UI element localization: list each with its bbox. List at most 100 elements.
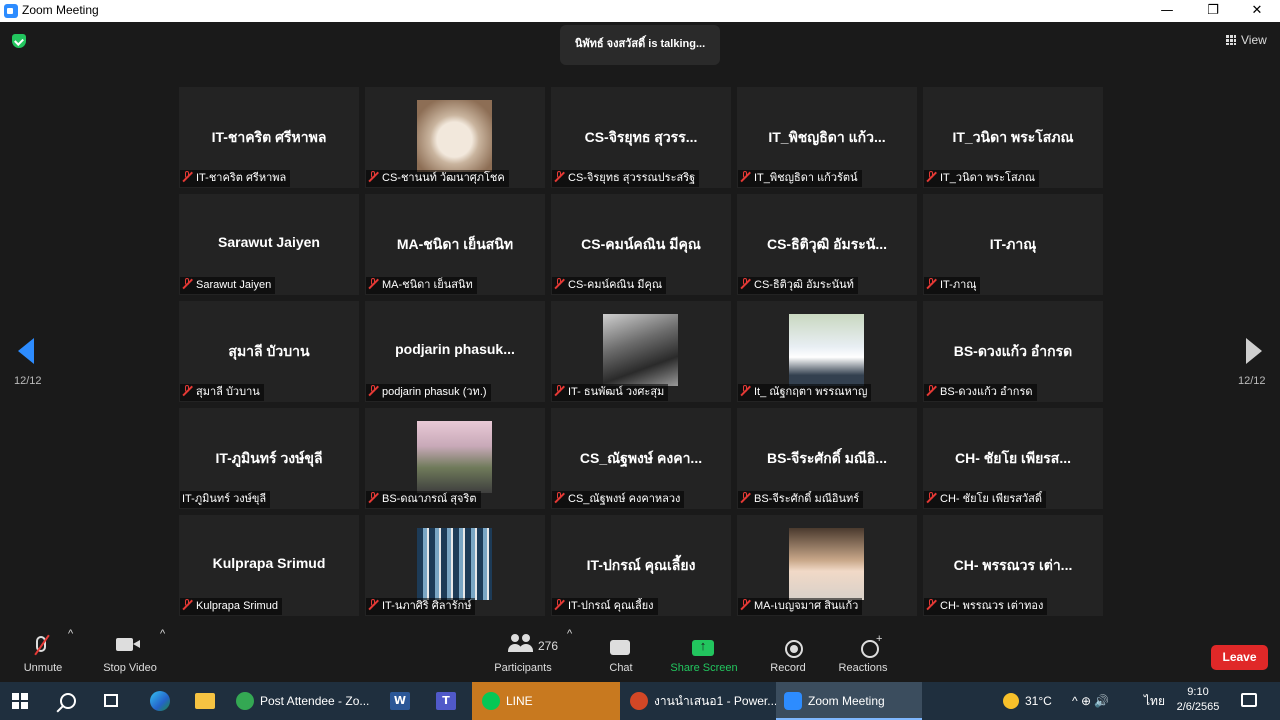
page-indicator-right: 12/12 <box>1238 375 1266 387</box>
teams-icon[interactable]: T <box>436 692 456 710</box>
reactions-label: Reactions <box>838 662 888 674</box>
participant-name-label: CS-ชานนท์ วัฒนาศุภโชค <box>366 170 509 187</box>
restore-button[interactable]: ❐ <box>1190 0 1236 22</box>
video-options-caret-icon[interactable]: ^ <box>160 628 165 640</box>
participants-button[interactable]: 276 Participants <box>492 628 558 674</box>
participant-name-text: IT-ชาคริต ศรีหาพล <box>196 172 287 184</box>
participant-name-text: IT-ภูมินทร์ วงษ์ขุลี <box>182 493 267 505</box>
powerpoint-icon <box>630 692 648 710</box>
taskbar-app-powerpoint[interactable]: งานนำเสนอ1 - Power... <box>630 682 777 720</box>
task-view-icon[interactable] <box>104 694 118 707</box>
participant-name-text: IT_พิชญธิดา แก้วรัตน์ <box>754 172 858 184</box>
weather-widget[interactable]: 31°C <box>1003 682 1052 720</box>
search-icon[interactable] <box>60 693 76 709</box>
participant-tile[interactable]: IT-นภาศิริ ศิลารักษ์ <box>365 515 545 616</box>
participants-count: 276 <box>538 639 559 653</box>
participant-tile[interactable]: CH- พรรณวร เต่า... CH- พรรณวร เต่าทอง <box>923 515 1103 616</box>
unmute-button[interactable]: Unmute <box>22 628 64 674</box>
participant-tile[interactable]: CS-ชานนท์ วัฒนาศุภโชค <box>365 87 545 188</box>
system-tray-icons[interactable]: ^ ⊕ 🔊 <box>1072 682 1109 720</box>
participant-name-label: It_ ณัฐกฤตา พรรณหาญ <box>738 384 872 401</box>
participant-name-text: สุมาลี บัวบาน <box>196 386 260 398</box>
mic-muted-icon <box>926 171 936 183</box>
clock-date: 2/6/2565 <box>1176 701 1220 713</box>
participant-display-name: Sarawut Jaiyen <box>218 234 320 250</box>
participant-tile[interactable]: CS-ธิติวุฒิ อัมระนั... CS-ธิติวุฒิ อัมระน… <box>737 194 917 295</box>
participants-label: Participants <box>494 662 552 674</box>
view-label: View <box>1241 33 1267 47</box>
audio-options-caret-icon[interactable]: ^ <box>68 628 73 640</box>
windows-start-icon[interactable] <box>12 693 28 709</box>
participant-video <box>417 528 492 600</box>
edge-browser-icon[interactable] <box>150 691 170 711</box>
participant-name-text: Kulprapa Srimud <box>196 600 278 612</box>
notification-center-icon[interactable] <box>1241 693 1257 707</box>
participant-tile[interactable]: MA-เบญจมาศ สินแก้ว <box>737 515 917 616</box>
record-icon <box>785 640 803 658</box>
mic-muted-icon <box>368 278 378 290</box>
participant-tile[interactable]: IT- ธนพัฒน์ วงศะสุม <box>551 301 731 402</box>
line-icon <box>482 692 500 710</box>
reactions-button[interactable]: Reactions <box>837 628 889 674</box>
participant-tile[interactable]: Kulprapa Srimud Kulprapa Srimud <box>179 515 359 616</box>
participant-name-label: podjarin phasuk (วท.) <box>366 384 491 401</box>
participant-tile[interactable]: IT-ภูมินทร์ วงษ์ขุลี IT-ภูมินทร์ วงษ์ขุลี <box>179 408 359 509</box>
participant-tile[interactable]: สุมาลี บัวบาน สุมาลี บัวบาน <box>179 301 359 402</box>
participant-tile[interactable]: It_ ณัฐกฤตา พรรณหาญ <box>737 301 917 402</box>
participant-tile[interactable]: IT-ชาคริต ศรีหาพล IT-ชาคริต ศรีหาพล <box>179 87 359 188</box>
participant-tile[interactable]: podjarin phasuk... podjarin phasuk (วท.) <box>365 301 545 402</box>
leave-button[interactable]: Leave <box>1211 645 1268 670</box>
participant-display-name: podjarin phasuk... <box>395 341 515 357</box>
taskbar-app-chrome[interactable]: Post Attendee - Zo... <box>236 682 376 720</box>
participants-icon <box>508 634 530 652</box>
participants-options-caret-icon[interactable]: ^ <box>567 628 572 640</box>
taskbar-app-line[interactable]: LINE <box>472 682 620 720</box>
mic-muted-icon <box>368 385 378 397</box>
participant-tile[interactable]: BS-จีระศักดิ์ มณีอิ... BS-จีระศักดิ์ มณีอ… <box>737 408 917 509</box>
mic-muted-icon <box>182 599 192 611</box>
chat-label: Chat <box>609 662 633 674</box>
file-explorer-icon[interactable] <box>195 693 215 709</box>
taskbar-app-zoom[interactable]: Zoom Meeting <box>776 682 922 720</box>
mic-muted-icon <box>740 171 750 183</box>
participant-display-name: CS_ณัฐพงษ์ คงคา... <box>579 450 703 466</box>
word-icon[interactable]: W <box>390 692 410 710</box>
taskbar-clock[interactable]: 9:10 2/6/2565 <box>1170 685 1226 715</box>
share-screen-button[interactable]: Share Screen <box>670 628 738 674</box>
stop-video-button[interactable]: Stop Video <box>100 628 160 674</box>
participant-name-label: IT- ธนพัฒน์ วงศะสุม <box>552 384 669 401</box>
close-button[interactable]: ✕ <box>1234 0 1280 22</box>
grid-view-icon <box>1226 35 1236 45</box>
minimize-button[interactable]: — <box>1144 0 1190 22</box>
view-button[interactable]: View <box>1226 33 1267 47</box>
participant-name-text: CS-จิรยุทธ สุวรรณประสริฐ <box>568 172 696 184</box>
participant-tile[interactable]: IT-ปกรณ์ คุณเลี้ยง IT-ปกรณ์ คุณเลี้ยง <box>551 515 731 616</box>
clock-time: 9:10 <box>1187 686 1209 698</box>
chat-bubble-icon <box>610 640 630 655</box>
window-titlebar: Zoom Meeting — ❐ ✕ <box>0 0 1280 22</box>
security-shield-icon[interactable] <box>12 34 26 48</box>
participant-tile[interactable]: CS_ณัฐพงษ์ คงคา... CS_ณัฐพงษ์ คงคาหลวง <box>551 408 731 509</box>
mic-muted-icon <box>740 385 750 397</box>
participant-tile[interactable]: MA-ชนิดา เย็นสนิท MA-ชนิดา เย็นสนิท <box>365 194 545 295</box>
participant-tile[interactable]: IT_พิชญธิดา แก้ว... IT_พิชญธิดา แก้วรัตน์ <box>737 87 917 188</box>
share-screen-label: Share Screen <box>670 662 738 674</box>
next-page-arrow-icon[interactable] <box>1246 338 1262 364</box>
participant-display-name: CH- พรรณวร เต่า... <box>953 557 1073 573</box>
record-button[interactable]: Record <box>769 628 807 674</box>
input-language[interactable]: ไทย <box>1144 682 1165 720</box>
chat-button[interactable]: Chat <box>606 628 636 674</box>
participant-tile[interactable]: BS-ดวงแก้ว อำกรด BS-ดวงแก้ว อำกรด <box>923 301 1103 402</box>
previous-page-arrow-icon[interactable] <box>18 338 34 364</box>
mic-muted-icon <box>740 599 750 611</box>
mic-muted-icon <box>926 599 936 611</box>
participant-tile[interactable]: CS-คมน์คณิน มีคุณ CS-คมน์คณิน มีคุณ <box>551 194 731 295</box>
participant-tile[interactable]: CS-จิรยุทธ สุวรร... CS-จิรยุทธ สุวรรณประส… <box>551 87 731 188</box>
participant-name-label: CS-ธิติวุฒิ อัมระนันท์ <box>738 277 858 294</box>
participant-tile[interactable]: CH- ชัยโย เพียรส... CH- ชัยโย เพียรสวัสดิ… <box>923 408 1103 509</box>
participant-display-name: CS-ธิติวุฒิ อัมระนั... <box>766 236 888 252</box>
participant-tile[interactable]: Sarawut Jaiyen Sarawut Jaiyen <box>179 194 359 295</box>
participant-tile[interactable]: IT_วนิดา พระโสภณ IT_วนิดา พระโสภณ <box>923 87 1103 188</box>
participant-tile[interactable]: BS-ดณาภรณ์ สุจริต <box>365 408 545 509</box>
participant-tile[interactable]: IT-ภาณุ IT-ภาณุ <box>923 194 1103 295</box>
